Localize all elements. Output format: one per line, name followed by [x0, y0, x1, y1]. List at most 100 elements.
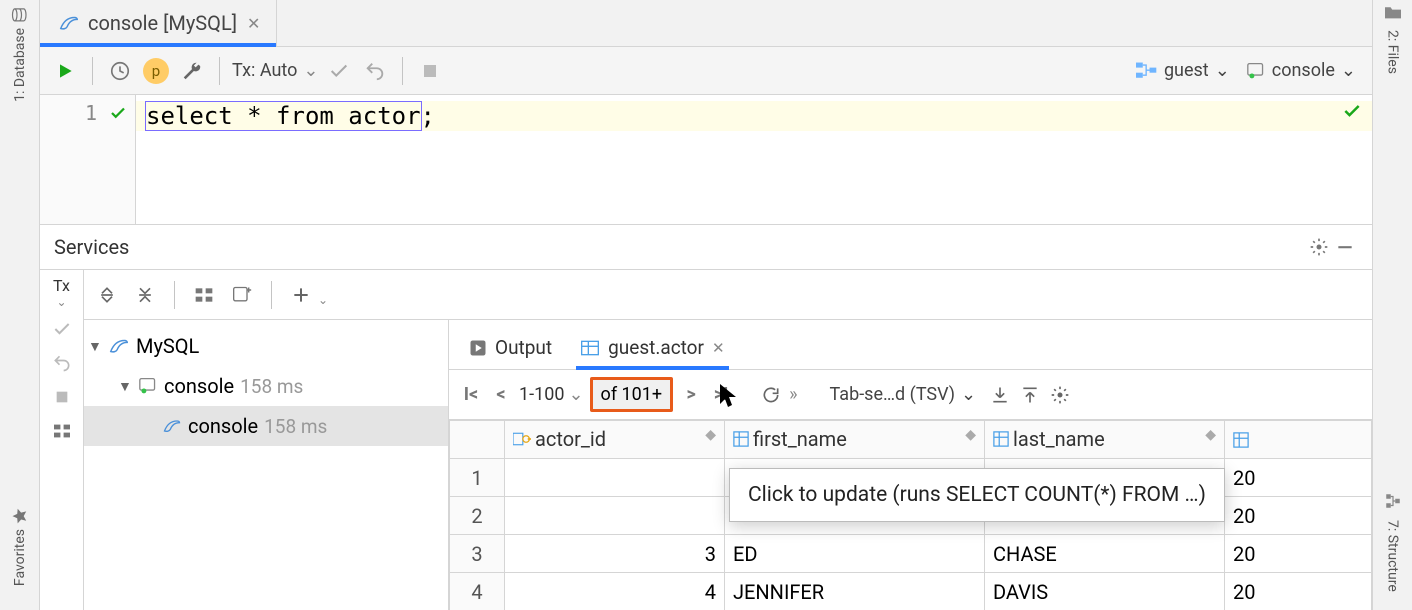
services-tree[interactable]: ▼ MySQL ▼ console 158 ms	[84, 320, 449, 610]
tree-console2-ms: 158 ms	[264, 415, 327, 438]
triangle-down-icon: ▼	[118, 378, 132, 395]
services-top-toolbar: ⌄	[84, 270, 1372, 320]
services-left-strip: Tx ⌄	[40, 270, 84, 610]
structure-label: 7: Structure	[1385, 520, 1401, 592]
close-icon[interactable]: ✕	[245, 14, 262, 33]
chevron-down-icon: ⌄	[568, 384, 583, 405]
rollback-button[interactable]	[48, 349, 76, 377]
tree-console1-label: console	[164, 374, 234, 398]
gear-icon[interactable]	[1306, 234, 1332, 260]
console-tab-label: console [MySQL]	[88, 11, 237, 35]
next-page-button[interactable]: >	[679, 383, 703, 407]
history-button[interactable]	[105, 56, 135, 86]
console-tab[interactable]: console [MySQL] ✕	[40, 0, 277, 46]
code-area[interactable]: select * from actor;	[136, 95, 1372, 224]
line-number: 1	[85, 101, 97, 125]
collapse-all-button[interactable]	[130, 280, 160, 310]
minimize-icon[interactable]	[1332, 234, 1358, 260]
structure-icon	[1384, 492, 1402, 510]
rollback-button[interactable]	[360, 56, 390, 86]
row-count-button[interactable]: of 101+	[590, 377, 674, 412]
upload-button[interactable]	[1018, 383, 1042, 407]
session-icon	[138, 377, 158, 395]
sql-statement: select * from actor	[146, 102, 421, 130]
editor-toolbar: p Tx: Auto ⌄ guest ⌄	[40, 47, 1372, 95]
prev-page-button[interactable]: <	[489, 383, 513, 407]
col-first-name[interactable]: first_name ◆	[725, 421, 985, 459]
tx-mode-combo[interactable]: Tx: Auto ⌄	[232, 60, 318, 81]
col-last-label: last_name	[1013, 427, 1105, 451]
editor-gutter: 1	[40, 95, 136, 224]
wrench-button[interactable]	[177, 56, 207, 86]
stop-button[interactable]	[415, 56, 445, 86]
output-tab-label: Output	[495, 336, 552, 359]
services-header: Services	[40, 225, 1372, 270]
structure-tool-window-button[interactable]: 7: Structure	[1385, 520, 1401, 592]
right-rail: 2: Files 7: Structure	[1372, 0, 1412, 610]
tree-session-1[interactable]: ▼ console 158 ms	[84, 366, 448, 406]
row-count-tooltip: Click to update (runs SELECT COUNT(*) FR…	[729, 468, 1225, 522]
stop-button[interactable]	[48, 383, 76, 411]
column-icon	[1233, 432, 1363, 448]
chevron-down-icon: ⌄	[1341, 60, 1356, 81]
mysql-dolphin-icon	[58, 12, 80, 34]
schema-combo[interactable]: guest ⌄	[1130, 58, 1236, 83]
tree-root-label: MySQL	[136, 334, 199, 358]
result-grid[interactable]: Click to update (runs SELECT COUNT(*) FR…	[449, 420, 1372, 610]
sort-icon[interactable]: ◆	[705, 427, 716, 443]
schema-label: guest	[1164, 60, 1209, 81]
col-last-name[interactable]: last_name ◆	[985, 421, 1225, 459]
session-combo[interactable]: console ⌄	[1240, 58, 1362, 83]
services-title: Services	[54, 235, 129, 259]
commit-button[interactable]	[48, 315, 76, 343]
left-rail: 1: Database Favorites	[0, 0, 40, 610]
tooltip-text: Click to update (runs SELECT COUNT(*) FR…	[748, 483, 1206, 507]
settings-button[interactable]	[1048, 383, 1072, 407]
layout-button[interactable]	[48, 417, 76, 445]
expand-all-button[interactable]	[92, 280, 122, 310]
favorites-tool-window-button[interactable]: Favorites	[11, 507, 29, 586]
col-actor-id[interactable]: actor_id ◆	[505, 421, 725, 459]
sort-icon[interactable]: ◆	[1205, 427, 1216, 443]
pill-p-button[interactable]: p	[141, 56, 171, 86]
main-area: console [MySQL] ✕ p Tx: Auto ⌄	[40, 0, 1372, 610]
services-main: ⌄ ▼ MySQL ▼	[84, 270, 1372, 610]
tx-mode-label: Tx: Auto	[232, 60, 297, 81]
run-button[interactable]	[50, 56, 80, 86]
col-id-label: actor_id	[535, 427, 606, 451]
database-icon	[11, 5, 29, 25]
commit-button[interactable]	[324, 56, 354, 86]
results-toolbar: I< < 1-100 ⌄ of 101+ > >I	[449, 370, 1372, 420]
table-row[interactable]: 4 4 JENNIFER DAVIS 20	[450, 573, 1372, 610]
tree-session-2[interactable]: console 158 ms	[84, 406, 448, 446]
group-button[interactable]	[189, 280, 219, 310]
col-extra[interactable]	[1225, 421, 1372, 459]
close-icon[interactable]: ✕	[712, 339, 725, 357]
filter-button[interactable]	[227, 280, 257, 310]
actor-tab[interactable]: guest.actor ✕	[568, 328, 736, 369]
chevron-down-icon: ⌄	[56, 295, 66, 309]
tree-root-mysql[interactable]: ▼ MySQL	[84, 326, 448, 366]
table-row[interactable]: 3 3 ED CHASE 20	[450, 535, 1372, 573]
schema-icon	[1136, 62, 1158, 80]
reload-button[interactable]	[759, 383, 783, 407]
page-range-label: 1-100	[519, 384, 564, 405]
services-tx-label[interactable]: Tx	[53, 276, 70, 295]
export-format-combo[interactable]: Tab-se…d (TSV) ⌄	[824, 382, 983, 407]
more-icon[interactable]: »	[789, 384, 797, 405]
output-tab[interactable]: Output	[457, 328, 564, 369]
files-label: 2: Files	[1385, 30, 1401, 74]
results-panel: Output guest.actor ✕ I< <	[449, 320, 1372, 610]
database-tool-window-button[interactable]: 1: Database	[10, 6, 30, 102]
add-button[interactable]	[286, 280, 316, 310]
editor-tabbar: console [MySQL] ✕	[40, 0, 1372, 47]
sort-icon[interactable]: ◆	[965, 427, 976, 443]
download-button[interactable]	[988, 383, 1012, 407]
first-page-button[interactable]: I<	[459, 383, 483, 407]
check-icon	[109, 104, 127, 122]
col-first-label: first_name	[753, 427, 847, 451]
chevron-down-icon: ⌄	[1215, 60, 1230, 81]
files-tool-window-button[interactable]: 2: Files	[1385, 30, 1401, 74]
page-range-combo[interactable]: 1-100 ⌄	[519, 384, 584, 405]
sql-editor[interactable]: 1 select * from actor;	[40, 95, 1372, 225]
